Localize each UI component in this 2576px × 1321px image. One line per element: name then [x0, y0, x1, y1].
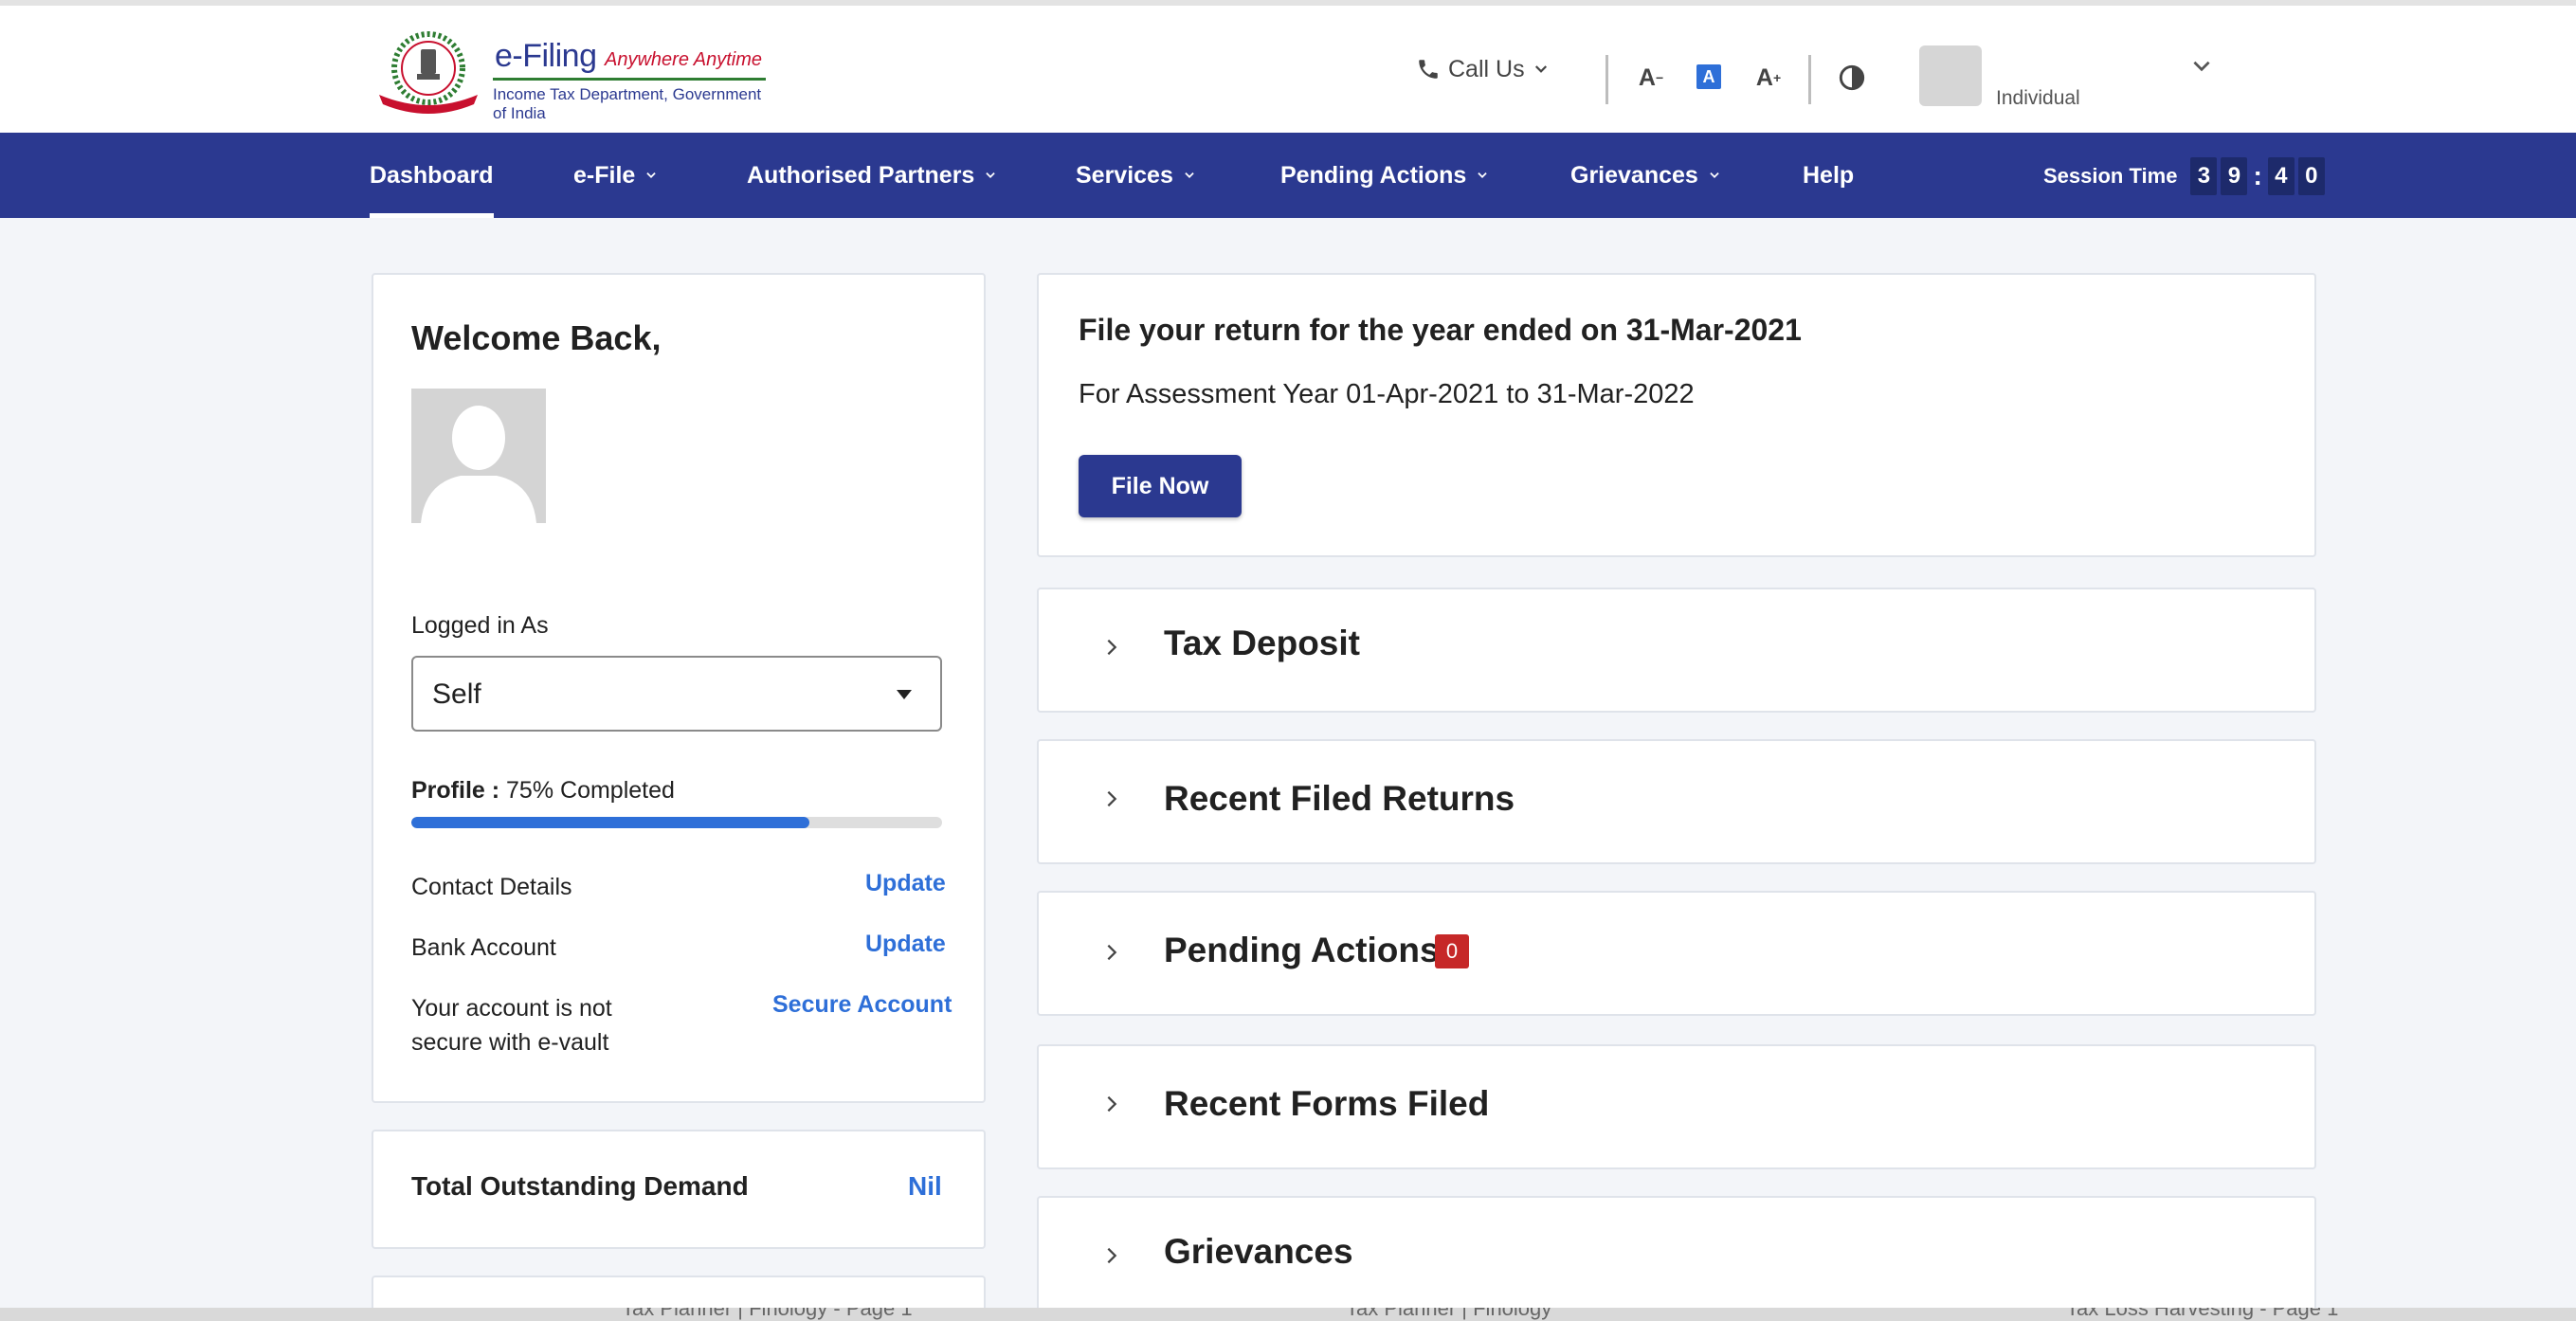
nav-grievances[interactable]: Grievances [1570, 133, 1721, 218]
logged-in-label: Logged in As [411, 612, 549, 639]
header-divider [1808, 55, 1811, 104]
update-contact-link[interactable]: Update [865, 870, 946, 897]
contact-details-label: Contact Details [411, 874, 572, 900]
user-silhouette-icon [421, 406, 536, 523]
bank-account-label: Bank Account [411, 934, 556, 961]
browser-tab-strip: Tax Planner | Finology - Page 1 Tax Plan… [0, 1308, 2576, 1321]
accordion-title: Recent Filed Returns [1164, 779, 1515, 818]
profile-completion: Profile : 75% Completed [411, 777, 675, 804]
logo-tagline: Anywhere Anytime [605, 49, 762, 70]
chevron-right-icon [1107, 790, 1117, 807]
session-digit: 3 [2190, 157, 2218, 195]
session-digit: 4 [2267, 157, 2295, 195]
accordion-title: Tax Deposit [1164, 624, 1360, 662]
demand-value-link[interactable]: Nil [908, 1171, 942, 1202]
logo-title: e-Filing [495, 38, 597, 74]
chevron-right-icon [1107, 1247, 1117, 1264]
user-type-label: Individual [1996, 87, 2080, 109]
efiling-logo[interactable]: e-Filing Anywhere Anytime Income Tax Dep… [372, 28, 779, 122]
chevron-right-icon [1107, 639, 1117, 656]
accordion-title: Grievances [1164, 1232, 1353, 1271]
emblem-icon [379, 31, 478, 114]
session-digit: 0 [2297, 157, 2325, 195]
session-colon: : [2253, 161, 2262, 190]
browser-tab[interactable]: Tax Planner | Finology [1346, 1308, 1551, 1321]
chevron-down-icon [646, 172, 656, 178]
header-divider [1605, 55, 1608, 104]
nav-services[interactable]: Services [1076, 133, 1196, 218]
select-value: Self [432, 679, 481, 710]
chevron-right-icon [1107, 944, 1117, 961]
chevron-down-icon [1534, 65, 1547, 73]
profile-progress-bar [411, 817, 942, 828]
nav-efile[interactable]: e-File [573, 133, 658, 218]
site-header: e-Filing Anywhere Anytime Income Tax Dep… [0, 6, 2576, 133]
chevron-right-icon [1107, 1095, 1117, 1113]
browser-tab[interactable]: Tax Planner | Finology - Page 1 [622, 1308, 913, 1321]
phone-icon [1419, 60, 1438, 79]
chevron-down-icon [986, 172, 996, 178]
chevron-down-icon [1185, 172, 1194, 178]
update-bank-link[interactable]: Update [865, 931, 946, 958]
font-decrease-button[interactable]: A − [1632, 61, 1670, 95]
session-timer: Session Time 3 9 : 4 0 [2043, 157, 2325, 195]
logged-in-as-select[interactable]: Self [411, 656, 942, 732]
logo-divider [493, 78, 766, 81]
call-us-label: Call Us [1448, 55, 1525, 82]
session-label: Session Time [2043, 164, 2178, 188]
browser-tab[interactable]: Tax Loss Harvesting - Page 1 [2066, 1308, 2338, 1321]
evault-line-1: Your account is not [411, 995, 612, 1022]
assessment-year-text: For Assessment Year 01-Apr-2021 to 31-Ma… [1079, 379, 1695, 409]
nav-dashboard[interactable]: Dashboard [370, 133, 494, 218]
progress-fill [411, 817, 809, 828]
caret-down-icon [897, 690, 912, 699]
font-increase-button[interactable]: A + [1750, 61, 1787, 95]
demand-label: Total Outstanding Demand [411, 1171, 749, 1201]
nav-authorised-partners[interactable]: Authorised Partners [747, 133, 997, 218]
evault-line-2: secure with e-vault [411, 1029, 609, 1056]
logo-subtitle: Income Tax Department, Government of Ind… [493, 85, 762, 122]
accordion-title: Recent Forms Filed [1164, 1084, 1490, 1123]
accordion-title: Pending Actions [1164, 931, 1440, 969]
welcome-heading: Welcome Back, [411, 318, 662, 357]
chevron-down-icon [1478, 172, 1488, 178]
user-avatar[interactable] [1919, 45, 1982, 106]
secure-account-link[interactable]: Secure Account [772, 991, 952, 1019]
session-digit: 9 [2221, 157, 2248, 195]
call-us-dropdown[interactable]: Call Us [1416, 55, 1550, 83]
contrast-toggle-icon[interactable] [1839, 64, 1865, 91]
pending-count-badge: 0 [1435, 934, 1469, 968]
profile-photo [411, 389, 546, 523]
chevron-down-icon [1710, 172, 1719, 178]
font-default-button[interactable]: A [1696, 64, 1721, 89]
nav-pending-actions[interactable]: Pending Actions [1280, 133, 1489, 218]
chevron-down-icon[interactable] [2189, 53, 2214, 78]
nav-help[interactable]: Help [1803, 133, 1854, 218]
file-now-button[interactable]: File Now [1079, 455, 1242, 517]
return-title: File your return for the year ended on 3… [1079, 313, 1802, 347]
